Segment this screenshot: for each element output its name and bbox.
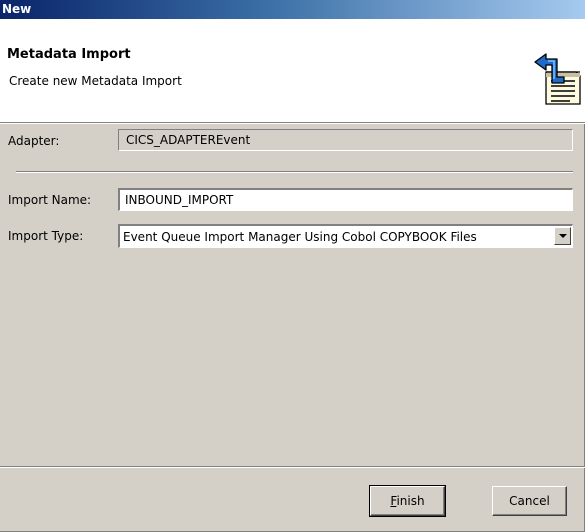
import-type-selected-value: Event Queue Import Manager Using Cobol C… (123, 230, 477, 244)
wizard-page-description: Create new Metadata Import (9, 74, 182, 88)
new-wizard-dialog: New Metadata Import Create new Metadata … (0, 0, 585, 532)
import-type-dropdown[interactable]: Event Queue Import Manager Using Cobol C… (118, 224, 573, 248)
import-type-label: Import Type: (8, 229, 84, 243)
dialog-title: New (2, 2, 32, 16)
dialog-title-bar[interactable]: New (0, 0, 585, 19)
chevron-down-icon[interactable] (554, 227, 571, 245)
import-document-icon (534, 53, 581, 105)
import-name-label: Import Name: (8, 193, 92, 207)
wizard-page-title: Metadata Import (7, 47, 131, 62)
form-separator (16, 171, 573, 173)
adapter-field: CICS_ADAPTEREvent (118, 129, 573, 151)
footer-divider (0, 466, 585, 468)
adapter-label: Adapter: (8, 134, 60, 148)
finish-label: inish (396, 494, 425, 508)
header-divider (0, 123, 585, 124)
wizard-header: Metadata Import Create new Metadata Impo… (0, 19, 585, 123)
import-name-input[interactable] (118, 188, 573, 211)
cancel-button[interactable]: Cancel (492, 486, 567, 516)
cancel-label: Cancel (509, 494, 550, 508)
finish-button[interactable]: Finish (369, 485, 446, 517)
